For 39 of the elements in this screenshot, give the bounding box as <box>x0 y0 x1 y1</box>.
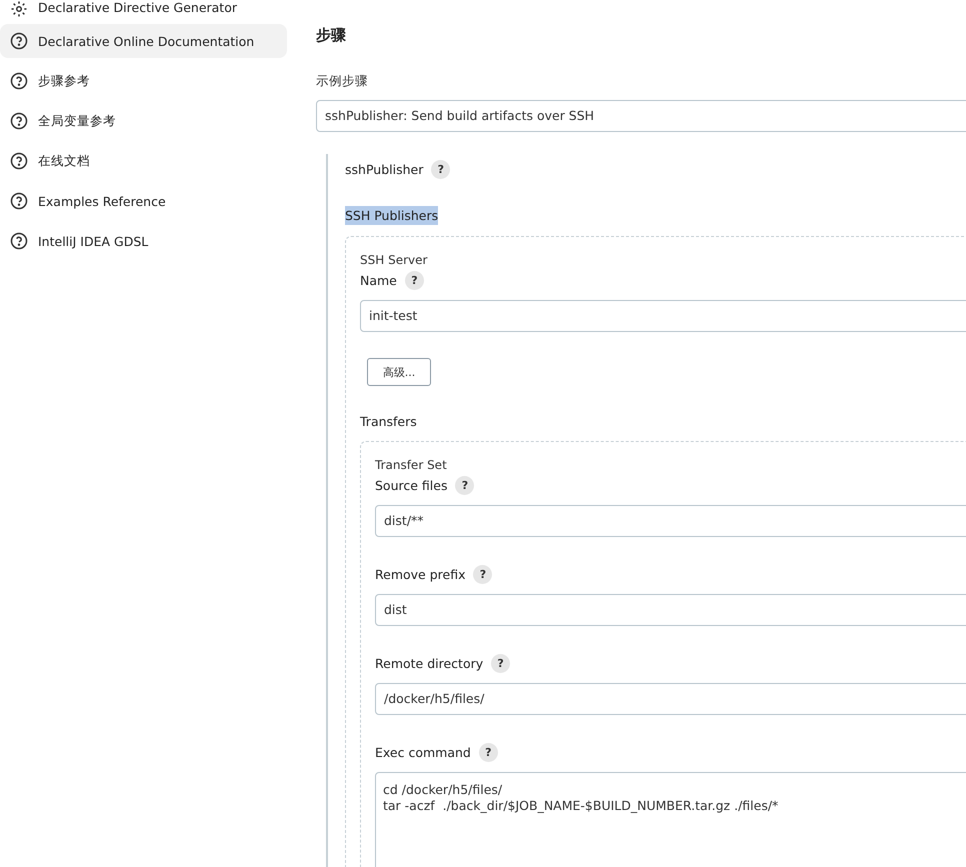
sidebar-item[interactable]: IntelliJ IDEA GDSL <box>0 224 287 258</box>
help-button[interactable]: ? <box>431 160 450 179</box>
input-field[interactable]: /docker/h5/files/ <box>375 683 966 715</box>
section-heading: 步骤 <box>316 26 347 45</box>
help-icon <box>10 232 28 250</box>
field-label: 示例步骤 <box>316 73 369 90</box>
help-button[interactable]: ? <box>491 654 510 673</box>
sidebar-item[interactable]: Declarative Directive Generator <box>0 0 287 18</box>
help-icon <box>10 112 28 130</box>
sample-step-select[interactable]: sshPublisher: Send build artifacts over SSH <box>316 100 966 132</box>
input-field[interactable]: dist <box>375 594 966 626</box>
help-icon <box>10 72 28 90</box>
command-textarea[interactable]: cd /docker/h5/files/ tar -aczf ./back_dir/$JOB_NAME-$BUILD_NUMBER.tar.gz ./files/* <box>375 772 966 867</box>
field-label: Transfers <box>360 414 417 429</box>
sidebar-item[interactable]: Declarative Online Documentation <box>0 24 287 58</box>
sidebar-item[interactable]: 步骤参考 <box>0 64 287 98</box>
gear-icon <box>10 0 28 18</box>
help-button[interactable]: ? <box>455 476 474 495</box>
sidebar-item[interactable]: Examples Reference <box>0 184 287 218</box>
help-button[interactable]: ? <box>478 743 498 762</box>
field-label: Source files <box>375 478 448 493</box>
field-label: Name <box>360 273 397 288</box>
step-name: sshPublisher <box>345 162 424 177</box>
field-label: Exec command <box>375 745 471 760</box>
help-button[interactable]: ? <box>473 565 492 584</box>
help-icon <box>10 152 28 170</box>
field-label: Remote directory <box>375 656 484 671</box>
panel-caption: Transfer Set <box>375 458 448 472</box>
sidebar-item[interactable]: 在线文档 <box>0 144 287 178</box>
help-button[interactable]: ? <box>404 271 424 290</box>
panel-caption: SSH Server <box>360 253 428 267</box>
name-field[interactable]: init-test <box>360 300 966 332</box>
help-icon <box>10 192 28 210</box>
input-field[interactable]: dist/** <box>375 505 966 537</box>
help-icon <box>10 32 28 50</box>
section-title: SSH Publishers <box>345 206 438 225</box>
sidebar-item[interactable]: 全局变量参考 <box>0 104 287 138</box>
field-label: Remove prefix <box>375 567 466 582</box>
advanced-button[interactable]: 高级... <box>367 358 431 386</box>
